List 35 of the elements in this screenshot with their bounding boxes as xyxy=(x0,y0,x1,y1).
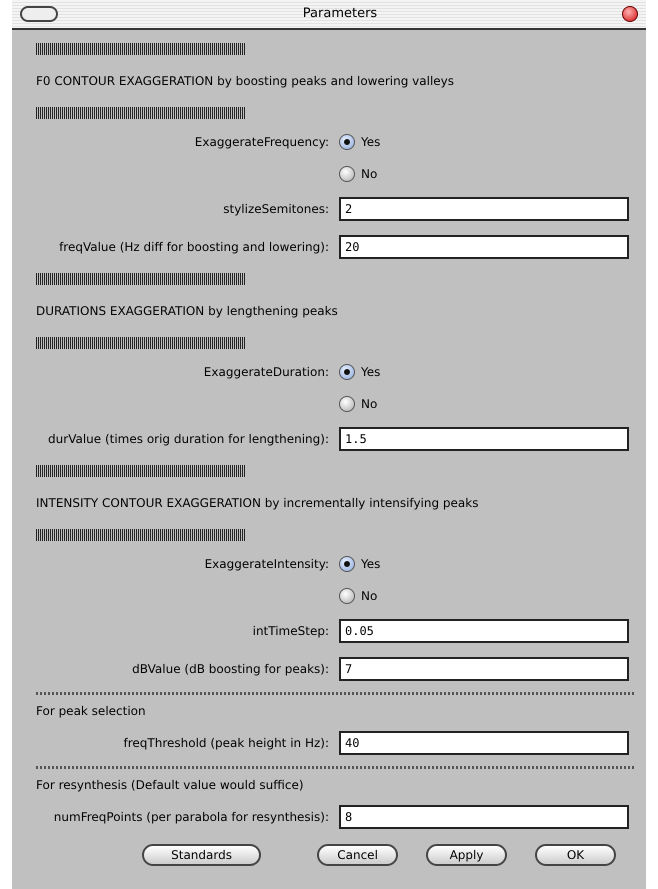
collapse-button[interactable] xyxy=(20,6,58,22)
window-title: Parameters xyxy=(302,5,378,24)
input-field[interactable]: 20 xyxy=(339,235,629,259)
section-note: For peak selection xyxy=(36,703,146,720)
section-heading: DURATIONS EXAGGERATION by lengthening peaks xyxy=(36,303,338,320)
dialog-button[interactable]: Cancel xyxy=(317,844,398,866)
input-field[interactable]: 7 xyxy=(339,657,629,681)
dialog-button[interactable]: OK xyxy=(535,844,616,866)
close-button[interactable] xyxy=(622,6,638,22)
field-label: freqValue (Hz diff for boosting and lowering): xyxy=(59,240,329,254)
radio-label: ExaggerateFrequency: xyxy=(194,135,329,149)
radio-option[interactable]: Yes xyxy=(335,363,380,381)
field-label: freqThreshold (peak height in Hz): xyxy=(123,736,329,750)
input-field[interactable]: 2 xyxy=(339,197,629,221)
field-label: stylizeSemitones: xyxy=(223,202,329,216)
radio-label: ExaggerateIntensity: xyxy=(204,557,329,571)
section-note: For resynthesis (Default value would suffice) xyxy=(36,777,304,794)
radio-option[interactable]: No xyxy=(335,165,378,183)
field-label: durValue (times orig duration for lengthening): xyxy=(48,432,329,446)
input-field[interactable]: 8 xyxy=(339,805,629,829)
input-field[interactable]: 40 xyxy=(339,731,629,755)
section-heading: INTENSITY CONTOUR EXAGGERATION by incrementally intensifying peaks xyxy=(36,495,478,512)
section-heading: F0 CONTOUR EXAGGERATION by boosting peaks and lowering valleys xyxy=(36,73,454,90)
input-field[interactable]: 1.5 xyxy=(339,427,629,451)
field-label: numFreqPoints (per parabola for resynthesis): xyxy=(54,810,329,824)
field-label: dBValue (dB boosting for peaks): xyxy=(132,662,329,676)
field-label: intTimeStep: xyxy=(252,624,329,638)
dialog-button[interactable]: Standards xyxy=(142,844,262,866)
input-field[interactable]: 0.05 xyxy=(339,619,629,643)
radio-option[interactable]: No xyxy=(335,587,378,605)
radio-option[interactable]: Yes xyxy=(335,555,380,573)
radio-label: ExaggerateDuration: xyxy=(204,365,329,379)
dialog-button[interactable]: Apply xyxy=(426,844,508,866)
radio-option[interactable]: Yes xyxy=(335,133,380,151)
radio-option[interactable]: No xyxy=(335,395,378,413)
